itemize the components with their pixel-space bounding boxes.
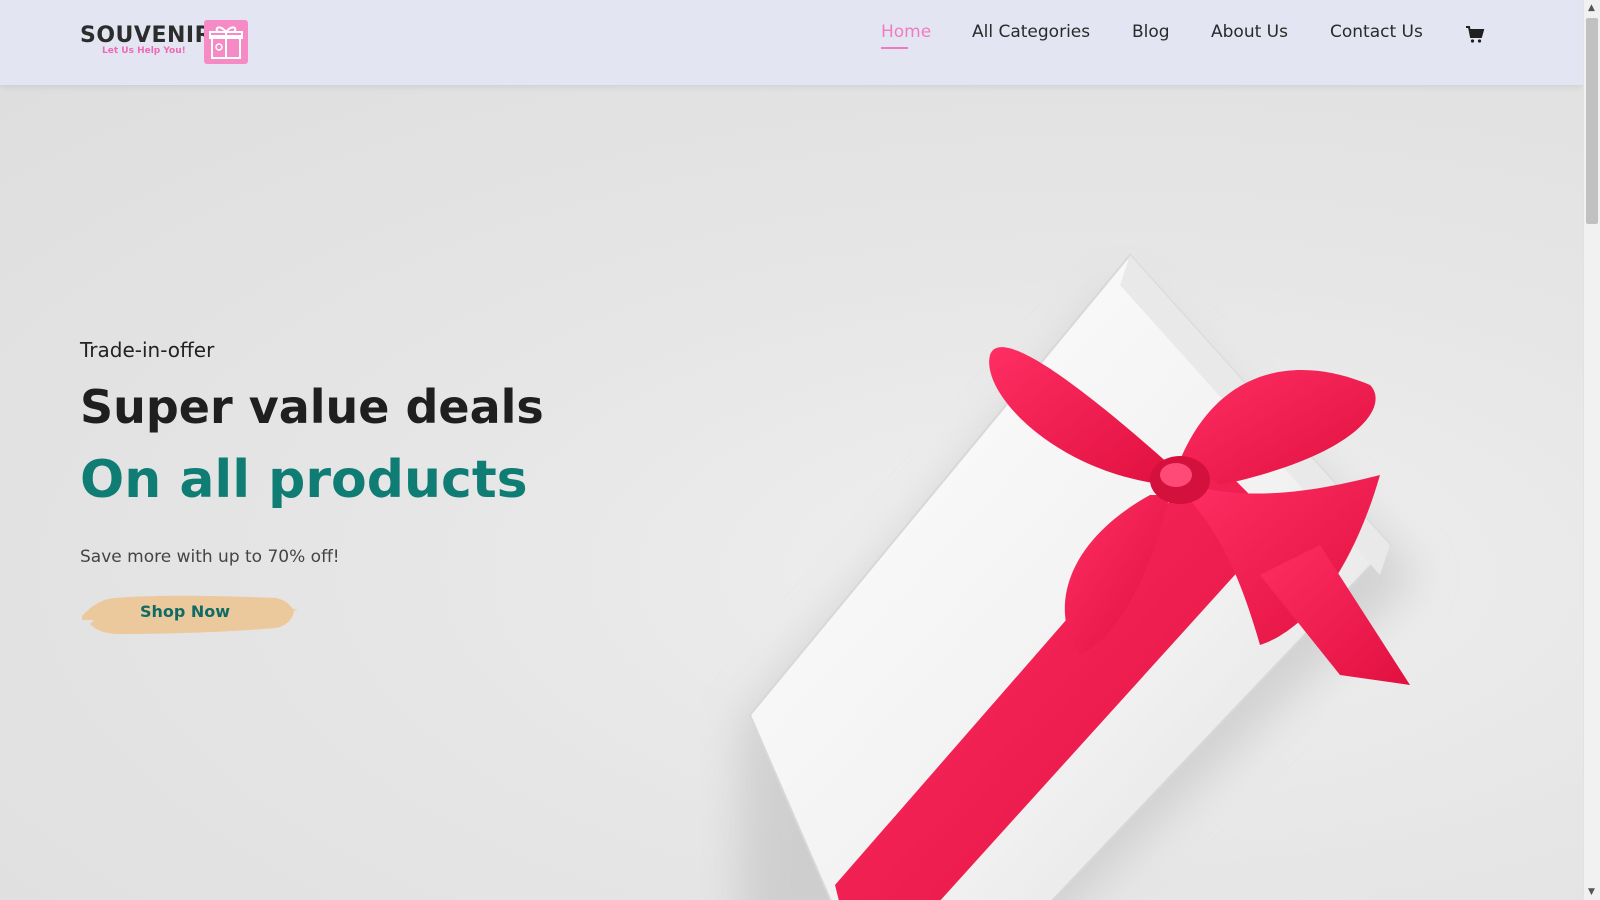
hero-subtext: Save more with up to 70% off! bbox=[80, 547, 340, 567]
hero-banner: Trade-in-offer Super value deals On all … bbox=[0, 85, 1583, 900]
shop-now-button[interactable]: Shop Now bbox=[80, 590, 300, 640]
nav-item-contact-us[interactable]: Contact Us bbox=[1330, 22, 1423, 42]
nav-item-blog[interactable]: Blog bbox=[1132, 22, 1170, 42]
scrollbar-thumb[interactable] bbox=[1586, 18, 1598, 224]
shop-now-label: Shop Now bbox=[139, 602, 231, 621]
hero-headline: Super value deals bbox=[80, 380, 544, 434]
gift-box-image bbox=[700, 245, 1480, 900]
shopping-cart-icon[interactable] bbox=[1465, 24, 1485, 44]
nav-item-home[interactable]: Home bbox=[881, 22, 931, 42]
active-nav-indicator bbox=[881, 47, 908, 49]
main-nav: Home All Categories Blog About Us Contac… bbox=[0, 22, 1583, 52]
scroll-up-arrow-icon[interactable]: ▲ bbox=[1588, 3, 1595, 13]
page: SOUVENIR Let Us Help You! Home All Categ… bbox=[0, 0, 1583, 900]
scroll-down-arrow-icon[interactable]: ▼ bbox=[1588, 887, 1595, 897]
nav-item-all-categories[interactable]: All Categories bbox=[972, 22, 1090, 42]
hero-eyebrow: Trade-in-offer bbox=[80, 338, 215, 362]
nav-item-about-us[interactable]: About Us bbox=[1211, 22, 1288, 42]
hero-headline-highlight: On all products bbox=[80, 450, 528, 510]
vertical-scrollbar[interactable]: ▲ ▼ bbox=[1583, 0, 1600, 900]
site-header: SOUVENIR Let Us Help You! Home All Categ… bbox=[0, 0, 1583, 85]
